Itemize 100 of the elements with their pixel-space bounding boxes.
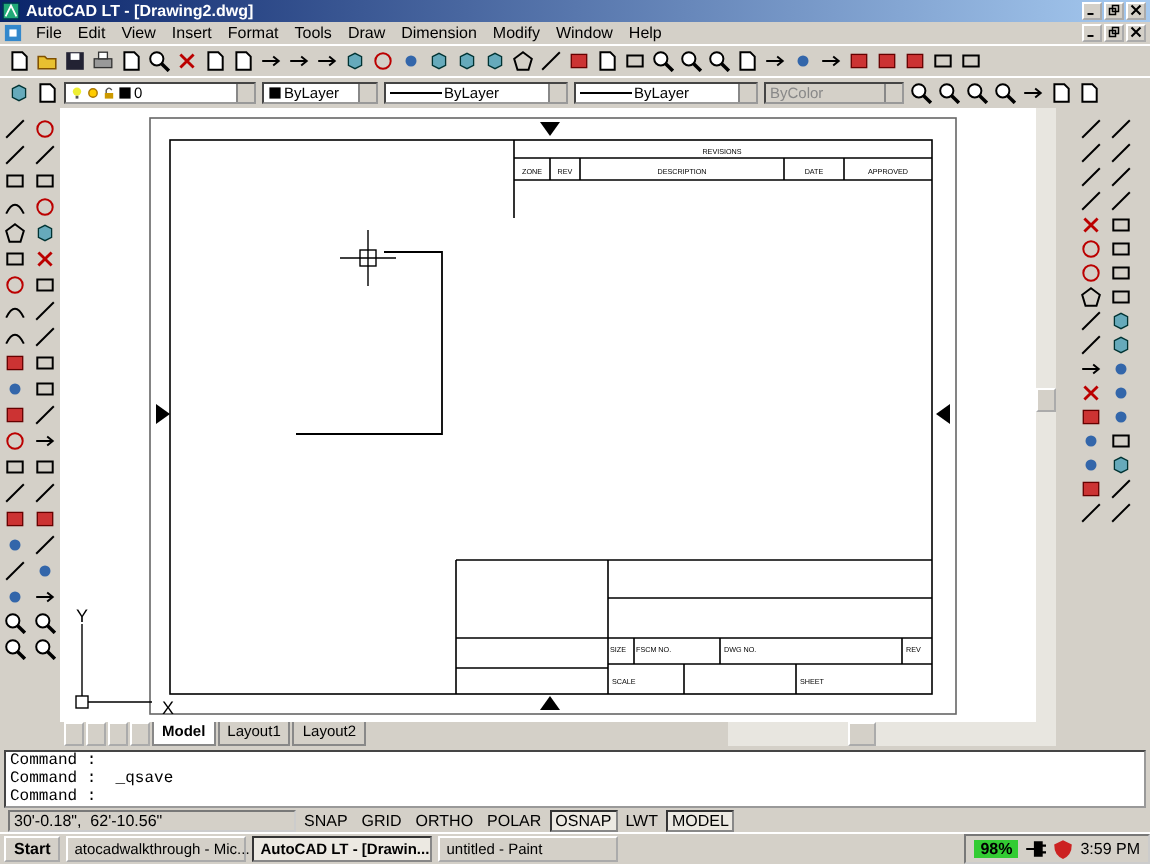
- menu-item[interactable]: Window: [547, 23, 621, 42]
- horizontal-scrollbar[interactable]: [728, 722, 1056, 747]
- block-icon[interactable]: [876, 50, 898, 73]
- rect-icon[interactable]: [1110, 430, 1132, 453]
- block-icon[interactable]: [1080, 478, 1102, 501]
- line-icon[interactable]: [4, 482, 26, 505]
- line-icon[interactable]: [1110, 118, 1132, 141]
- magnifier-icon[interactable]: [910, 82, 932, 105]
- magnifier-icon[interactable]: [652, 50, 674, 73]
- status-toggle[interactable]: POLAR: [481, 809, 548, 832]
- status-toggle[interactable]: LWT: [619, 809, 664, 832]
- circle-icon[interactable]: [1080, 238, 1102, 261]
- restore-button[interactable]: [1104, 1, 1124, 20]
- magnifier-icon[interactable]: [4, 612, 26, 635]
- menu-item[interactable]: Insert: [163, 23, 220, 42]
- line-icon[interactable]: [1080, 142, 1102, 165]
- page-icon[interactable]: [736, 50, 758, 73]
- rect-icon[interactable]: [1110, 286, 1132, 309]
- page-icon[interactable]: [1078, 82, 1100, 105]
- menu-item[interactable]: Draw: [339, 23, 394, 42]
- magnifier-icon[interactable]: [708, 50, 730, 73]
- line-icon[interactable]: [540, 50, 562, 73]
- status-toggle[interactable]: ORTHO: [409, 809, 480, 832]
- rect-icon[interactable]: [932, 50, 954, 73]
- menu-item[interactable]: Modify: [484, 23, 548, 42]
- menu-item[interactable]: Dimension: [393, 23, 485, 42]
- status-toggle[interactable]: OSNAP: [549, 809, 618, 832]
- block-icon[interactable]: [1080, 406, 1102, 429]
- printer-icon[interactable]: [92, 50, 114, 73]
- circle-icon[interactable]: [4, 274, 26, 297]
- line-icon[interactable]: [1080, 334, 1102, 357]
- line-icon[interactable]: [4, 144, 26, 167]
- circle-icon[interactable]: [34, 196, 56, 219]
- line-icon[interactable]: [4, 118, 26, 141]
- scroll-thumb[interactable]: [848, 722, 877, 747]
- line-icon[interactable]: [4, 560, 26, 583]
- command-window[interactable]: Command : Command : _qsave Command :: [4, 750, 1146, 809]
- block-icon[interactable]: [904, 50, 926, 73]
- line-icon[interactable]: [34, 482, 56, 505]
- rect-icon[interactable]: [1110, 238, 1132, 261]
- page-icon[interactable]: [8, 50, 30, 73]
- line-icon[interactable]: [1080, 190, 1102, 213]
- page-icon[interactable]: [120, 50, 142, 73]
- line-icon[interactable]: [34, 144, 56, 167]
- rect-icon[interactable]: [1110, 214, 1132, 237]
- line-icon[interactable]: [34, 534, 56, 557]
- restore-button[interactable]: [1104, 23, 1124, 42]
- polyline[interactable]: [295, 251, 443, 436]
- block-icon[interactable]: [4, 508, 26, 531]
- line-icon[interactable]: [1080, 502, 1102, 525]
- page-icon[interactable]: [596, 50, 618, 73]
- line-icon[interactable]: [34, 404, 56, 427]
- rect-icon[interactable]: [960, 50, 982, 73]
- circle-icon[interactable]: [4, 430, 26, 453]
- block-icon[interactable]: [4, 352, 26, 375]
- menu-item[interactable]: Format: [219, 23, 287, 42]
- page-icon[interactable]: [36, 82, 58, 105]
- cross-icon[interactable]: [1080, 214, 1102, 237]
- folder-icon[interactable]: [36, 50, 58, 73]
- rect-icon[interactable]: [4, 456, 26, 479]
- line-icon[interactable]: [1110, 478, 1132, 501]
- plug-icon[interactable]: [1024, 837, 1047, 860]
- menu-item[interactable]: File: [28, 23, 70, 42]
- polygon-icon[interactable]: [1080, 286, 1102, 309]
- status-toggle[interactable]: SNAP: [298, 809, 354, 832]
- rect-icon[interactable]: [1110, 262, 1132, 285]
- magnifier-icon[interactable]: [34, 612, 56, 635]
- status-toggle[interactable]: GRID: [355, 809, 408, 832]
- magnifier-icon[interactable]: [34, 638, 56, 661]
- menu-item[interactable]: Tools: [286, 23, 340, 42]
- line-icon[interactable]: [1110, 190, 1132, 213]
- rect-icon[interactable]: [4, 248, 26, 271]
- line-icon[interactable]: [1110, 142, 1132, 165]
- magnifier-icon[interactable]: [680, 50, 702, 73]
- polygon-icon[interactable]: [4, 222, 26, 245]
- start-button[interactable]: Start: [4, 835, 61, 862]
- line-icon[interactable]: [1110, 166, 1132, 189]
- page-icon[interactable]: [204, 50, 226, 73]
- block-icon[interactable]: [4, 404, 26, 427]
- close-button[interactable]: [1126, 23, 1146, 42]
- minimize-button[interactable]: [1082, 23, 1102, 42]
- circle-icon[interactable]: [1080, 262, 1102, 285]
- document-icon[interactable]: [4, 23, 22, 42]
- magnifier-icon[interactable]: [966, 82, 988, 105]
- menu-item[interactable]: Help: [620, 23, 670, 42]
- line-icon[interactable]: [34, 300, 56, 323]
- page-icon[interactable]: [1050, 82, 1072, 105]
- magnifier-icon[interactable]: [4, 638, 26, 661]
- block-icon[interactable]: [34, 508, 56, 531]
- rect-icon[interactable]: [4, 170, 26, 193]
- rect-icon[interactable]: [34, 378, 56, 401]
- block-icon[interactable]: [568, 50, 590, 73]
- menu-item[interactable]: Edit: [69, 23, 114, 42]
- cross-icon[interactable]: [1080, 382, 1102, 405]
- scroll-thumb[interactable]: [1036, 388, 1056, 413]
- magnifier-icon[interactable]: [938, 82, 960, 105]
- rect-icon[interactable]: [624, 50, 646, 73]
- rect-icon[interactable]: [34, 274, 56, 297]
- line-icon[interactable]: [1080, 118, 1102, 141]
- page-icon[interactable]: [232, 50, 254, 73]
